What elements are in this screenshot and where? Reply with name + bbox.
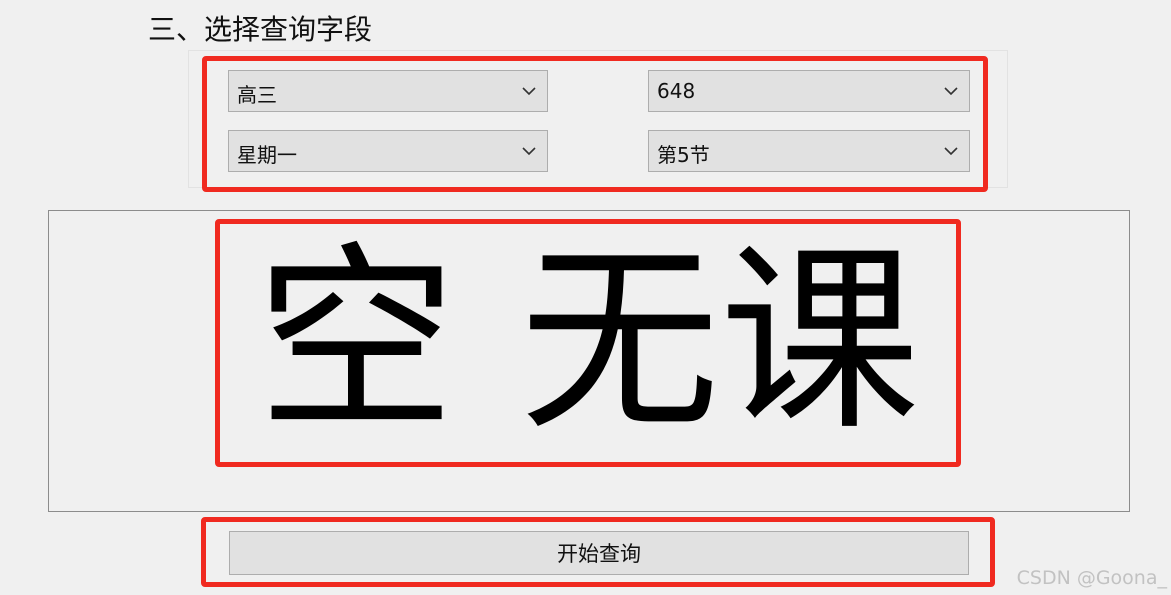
result-text: 空 无课 [256,225,920,458]
weekday-select-value: 星期一 [237,143,297,167]
room-select-value: 648 [657,79,696,103]
grade-select-value: 高三 [237,83,277,107]
start-query-button[interactable]: 开始查询 [229,531,969,575]
chevron-down-icon [522,87,536,96]
period-select-value: 第5节 [657,143,710,167]
chevron-down-icon [944,87,958,96]
grade-select[interactable]: 高三 [228,70,548,112]
period-select[interactable]: 第5节 [648,130,970,172]
chevron-down-icon [944,147,958,156]
room-select[interactable]: 648 [648,70,970,112]
watermark: CSDN @Goona_ [1016,567,1167,589]
section-title: 三、选择查询字段 [148,13,373,46]
chevron-down-icon [522,147,536,156]
weekday-select[interactable]: 星期一 [228,130,548,172]
